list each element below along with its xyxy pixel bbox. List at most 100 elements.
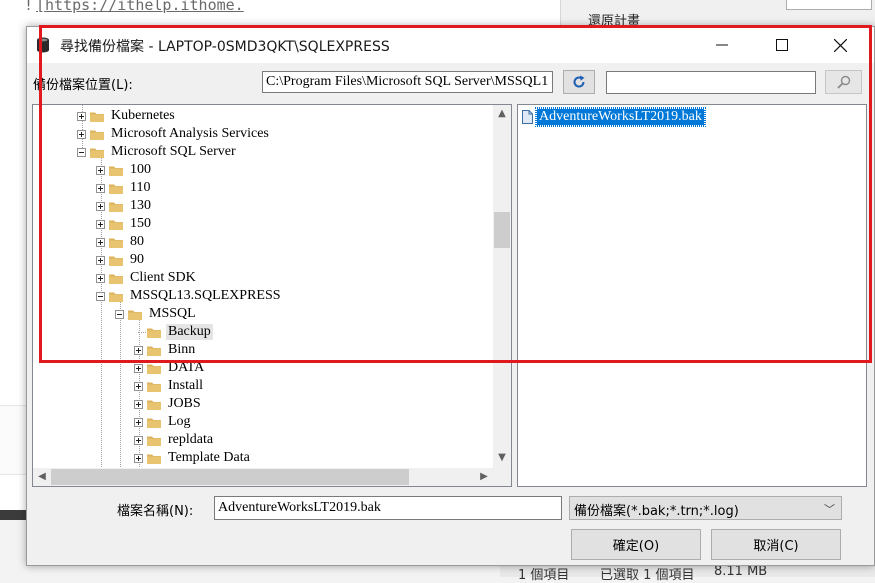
tree-node-label: 150: [130, 216, 151, 231]
chevron-down-icon: ﹀: [824, 503, 835, 516]
tree-horizontal-scrollbar[interactable]: ◀ ▶: [33, 468, 493, 486]
refresh-button[interactable]: [563, 70, 595, 94]
expand-plus-icon[interactable]: [77, 129, 86, 139]
tree-node[interactable]: 130: [96, 197, 153, 215]
title-bar[interactable]: 尋找備份檔案 - LAPTOP-0SMD3QKT\SQLEXPRESS: [27, 27, 874, 63]
folder-icon: [109, 274, 123, 284]
expand-plus-icon[interactable]: [134, 417, 143, 427]
folder-icon: [128, 310, 142, 320]
folder-icon: [109, 220, 123, 230]
expand-plus-icon[interactable]: [134, 435, 143, 445]
folder-icon: [90, 130, 104, 140]
tree-node-label: Microsoft SQL Server: [111, 144, 236, 159]
tree-node-label: Log: [168, 414, 191, 429]
tree-node-label: Binn: [168, 342, 196, 357]
minimize-button[interactable]: [693, 27, 751, 63]
file-type-select[interactable]: 備份檔案(*.bak;*.trn;*.log) ﹀: [569, 496, 842, 520]
tree-node[interactable]: Client SDK: [96, 269, 198, 287]
background-button[interactable]: [786, 0, 872, 10]
search-button[interactable]: [825, 70, 862, 94]
tree-node[interactable]: Microsoft Analysis Services: [77, 125, 271, 143]
expand-plus-icon[interactable]: [96, 183, 105, 193]
tree-node[interactable]: Kubernetes: [77, 107, 177, 125]
tree-node[interactable]: Microsoft SQL Server: [77, 143, 238, 161]
expand-plus-icon[interactable]: [134, 345, 143, 355]
background-panel: [0, 405, 28, 475]
tree-node[interactable]: Backup: [134, 323, 213, 341]
tree-vertical-scrollbar[interactable]: ▲ ▼: [493, 105, 511, 467]
folder-icon: [90, 112, 104, 122]
tree-node[interactable]: 100: [96, 161, 153, 179]
folder-tree[interactable]: Kubernetes Microsoft Analysis Services Mic…: [32, 104, 512, 487]
locate-backup-dialog: 尋找備份檔案 - LAPTOP-0SMD3QKT\SQLEXPRESS 備份檔案…: [26, 26, 875, 566]
expand-plus-icon[interactable]: [96, 255, 105, 265]
expand-plus-icon[interactable]: [96, 165, 105, 175]
scroll-up-arrow-icon[interactable]: ▲: [493, 105, 511, 123]
tree-node[interactable]: 80: [96, 233, 146, 251]
tree-node[interactable]: 150: [96, 215, 153, 233]
file-item-label: AdventureWorksLT2019.bak: [535, 107, 706, 127]
folder-icon: [147, 328, 161, 338]
search-input[interactable]: [606, 71, 816, 94]
tree-horizontal-scroll-thumb[interactable]: [51, 469, 409, 485]
tree-node[interactable]: Binn: [134, 341, 197, 359]
tree-vertical-scroll-thumb[interactable]: [494, 212, 510, 248]
folder-icon: [147, 346, 161, 356]
tree-node[interactable]: Install: [134, 377, 205, 395]
collapse-minus-icon[interactable]: [115, 309, 124, 319]
collapse-minus-icon[interactable]: [77, 147, 86, 157]
file-name-input[interactable]: AdventureWorksLT2019.bak: [214, 496, 562, 520]
close-button[interactable]: [811, 27, 869, 63]
editor-url-text[interactable]: [https://ithelp.ithome.: [36, 0, 244, 14]
refresh-icon: [573, 75, 585, 88]
folder-icon: [109, 166, 123, 176]
tree-node[interactable]: 90: [96, 251, 146, 269]
tree-node-label: 80: [130, 234, 144, 249]
tree-node[interactable]: DATA: [134, 359, 206, 377]
folder-icon: [147, 382, 161, 392]
tree-node[interactable]: repldata: [134, 431, 215, 449]
tree-node-label: 100: [130, 162, 151, 177]
status-selected-count: 已選取 1 個項目: [600, 568, 695, 583]
tree-node[interactable]: Log: [134, 413, 193, 431]
file-item[interactable]: AdventureWorksLT2019.bak: [522, 107, 706, 127]
scroll-right-arrow-icon[interactable]: ▶: [475, 468, 493, 486]
expand-plus-icon[interactable]: [96, 219, 105, 229]
tree-node-label: Template Data: [168, 450, 250, 465]
tree-node-label: JOBS: [168, 396, 201, 411]
file-list[interactable]: AdventureWorksLT2019.bak: [517, 104, 867, 487]
scroll-left-arrow-icon[interactable]: ◀: [33, 468, 51, 486]
tree-node[interactable]: JOBS: [134, 395, 203, 413]
scroll-down-arrow-icon[interactable]: ▼: [493, 449, 511, 467]
tree-node[interactable]: MSSQL13.SQLEXPRESS: [96, 287, 283, 305]
expand-plus-icon[interactable]: [134, 399, 143, 409]
maximize-button[interactable]: [753, 27, 811, 63]
tree-node[interactable]: MSSQL: [115, 305, 198, 323]
tree-node-label: Microsoft Analysis Services: [111, 126, 269, 141]
expand-plus-icon[interactable]: [134, 363, 143, 373]
expand-plus-icon[interactable]: [134, 453, 143, 463]
tree-node-label: MSSQL13.SQLEXPRESS: [130, 288, 281, 303]
expand-plus-icon[interactable]: [77, 111, 86, 121]
expand-plus-icon[interactable]: [96, 273, 105, 283]
dialog-title: 尋找備份檔案 - LAPTOP-0SMD3QKT\SQLEXPRESS: [60, 39, 390, 55]
tree-connector-line: [120, 301, 121, 467]
tree-node[interactable]: Template Data: [134, 449, 252, 467]
scroll-corner: [492, 467, 511, 486]
backup-location-label: 備份檔案位置(L):: [33, 78, 133, 93]
backup-location-path-input[interactable]: C:\Program Files\Microsoft SQL Server\MS…: [262, 71, 553, 93]
maximize-icon: [776, 39, 788, 51]
ok-button[interactable]: 確定(O): [571, 529, 701, 560]
tree-node-label: Backup: [166, 324, 213, 340]
folder-tree-rows: Kubernetes Microsoft Analysis Services Mic…: [33, 105, 492, 467]
tree-node-label: DATA: [168, 360, 205, 375]
file-name-label: 檔案名稱(N):: [117, 504, 194, 519]
collapse-minus-icon[interactable]: [96, 291, 105, 301]
cancel-button[interactable]: 取消(C): [711, 529, 841, 560]
expand-plus-icon[interactable]: [96, 237, 105, 247]
tree-node[interactable]: 110: [96, 179, 152, 197]
expand-plus-icon[interactable]: [134, 381, 143, 391]
expand-plus-icon[interactable]: [96, 201, 105, 211]
folder-icon: [109, 256, 123, 266]
tree-node-label: 130: [130, 198, 151, 213]
